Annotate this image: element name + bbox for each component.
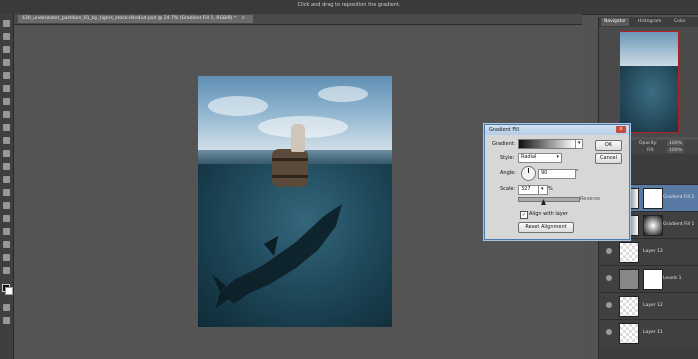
pen-tool-icon[interactable] [3,202,10,209]
tab-histogram[interactable]: Histogram [635,18,664,26]
zoom-tool-icon[interactable] [3,267,10,274]
screen-mode-icon[interactable] [3,317,10,324]
eye-icon[interactable] [606,275,612,281]
fill-field[interactable]: 100% [667,148,684,153]
layer-row[interactable]: Layer 11 [599,319,698,346]
barrel-image [272,149,308,187]
layer-name[interactable]: Layer 13 [643,249,663,254]
fill-label: Fill: [647,148,655,153]
healing-tool-icon[interactable] [3,98,10,105]
eye-icon[interactable] [606,248,612,254]
angle-unit: ° [576,169,579,175]
layer-mask-thumbnail [643,188,663,209]
style-select-value: Radial [521,154,537,160]
document-tab-title: 430_underwater_partition_01_by_tigers_st… [22,16,237,21]
layer-row[interactable]: Layer 12 [599,292,698,319]
angle-field[interactable]: 90 [538,169,576,179]
angle-label: Angle: [500,170,516,176]
scale-unit: % [548,186,553,192]
gradient-label: Gradient: [492,141,516,147]
document-tab[interactable]: 430_underwater_partition_01_by_tigers_st… [18,15,254,23]
layer-name[interactable]: Gradient Fill 2 [663,195,694,200]
scale-label: Scale: [500,186,516,192]
gradient-dropdown-arrow-icon[interactable]: ▾ [575,139,583,149]
layer-thumbnail [619,296,639,317]
eraser-tool-icon[interactable] [3,150,10,157]
move-tool-icon[interactable] [3,20,10,27]
navigator-preview[interactable] [619,31,679,133]
close-tab-icon[interactable]: × [241,16,245,21]
dodge-tool-icon[interactable] [3,189,10,196]
panel-tabs: Navigator Histogram Color [599,17,698,27]
gradient-tool-icon[interactable] [3,163,10,170]
angle-dial[interactable] [521,166,536,181]
hand-tool-icon[interactable] [3,254,10,261]
blur-tool-icon[interactable] [3,176,10,183]
reverse-label: Reverse [580,196,601,202]
lasso-tool-icon[interactable] [3,46,10,53]
cloud-image [318,86,368,102]
style-select[interactable]: Radial ▾ [518,153,562,163]
chevron-down-icon: ▾ [556,154,559,160]
history-brush-tool-icon[interactable] [3,137,10,144]
scale-slider-toggle[interactable]: ▾ [538,185,548,195]
dialog-title: Gradient Fill [489,127,520,133]
status-hint: Click and drag to reposition the gradien… [297,2,401,8]
brush-tool-icon[interactable] [3,111,10,118]
background-color-swatch[interactable] [5,287,13,295]
layer-mask-thumbnail [643,269,663,290]
layer-name[interactable]: Gradient Fill 1 [663,222,694,227]
preview-sky [620,32,678,66]
barrel-band [272,175,308,178]
close-icon[interactable]: x [616,126,626,133]
barrel-band [272,158,308,161]
tools-panel [0,14,14,359]
layer-name[interactable]: Levels 1 [663,276,682,281]
opacity-field[interactable]: 100% [667,141,684,146]
shape-tool-icon[interactable] [3,241,10,248]
cancel-button[interactable]: Cancel [595,153,622,164]
eyedropper-tool-icon[interactable] [3,85,10,92]
quick-select-tool-icon[interactable] [3,59,10,66]
layer-row[interactable]: Layer 13 [599,238,698,265]
crop-tool-icon[interactable] [3,72,10,79]
stamp-tool-icon[interactable] [3,124,10,131]
layer-name[interactable]: Layer 12 [643,303,663,308]
eye-icon[interactable] [606,302,612,308]
cloud-image [208,96,268,116]
style-label: Style: [500,155,515,161]
quick-mask-icon[interactable] [3,304,10,311]
dialog-titlebar[interactable]: Gradient Fill x [485,125,629,135]
girl-figure-image [291,124,305,152]
gradient-picker[interactable] [518,139,576,149]
scale-field[interactable]: 327 [518,185,540,195]
layer-thumbnail [619,323,639,344]
shark-image [212,204,342,308]
opacity-label: Opacity: [639,141,658,146]
eye-icon[interactable] [606,329,612,335]
layer-mask-thumbnail [643,215,663,236]
preview-sea [620,66,678,132]
layer-name[interactable]: Layer 11 [643,330,663,335]
ok-button[interactable]: OK [595,140,622,151]
type-tool-icon[interactable] [3,215,10,222]
navigator-panel: Navigator Histogram Color [598,17,698,137]
layer-thumbnail [619,242,639,263]
layer-row[interactable]: Levels 1 [599,265,698,292]
path-select-tool-icon[interactable] [3,228,10,235]
layer-thumbnail [619,269,639,290]
scale-slider[interactable] [518,197,580,202]
reset-alignment-button[interactable]: Reset Alignment [518,222,574,233]
align-with-layer-label: Align with layer [529,211,568,217]
document-tab-bar: 430_underwater_partition_01_by_tigers_st… [14,14,582,25]
marquee-tool-icon[interactable] [3,33,10,40]
tab-navigator[interactable]: Navigator [601,18,630,26]
options-bar: Click and drag to reposition the gradien… [0,0,698,15]
align-with-layer-checkbox[interactable]: ✓ [520,211,528,219]
tab-color[interactable]: Color [671,18,689,26]
